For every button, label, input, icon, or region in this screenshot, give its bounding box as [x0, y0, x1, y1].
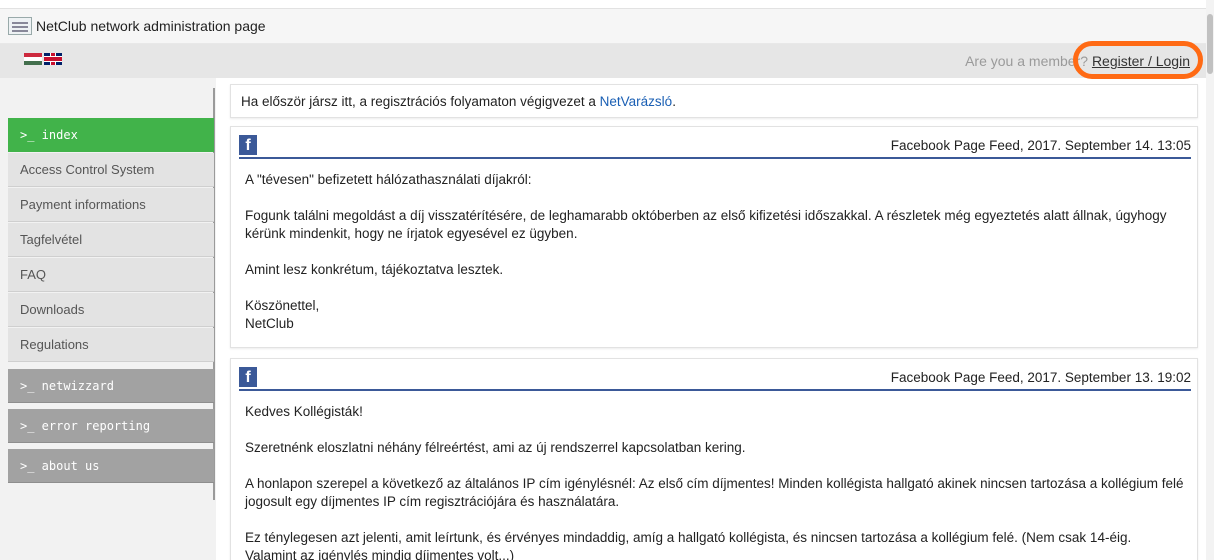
notice-text: Ha először jársz itt, a regisztrációs fo… [241, 94, 600, 109]
post-body: Kedves Kollégisták! Szeretnénk eloszlatn… [245, 403, 1185, 560]
member-question: Are you a member? [965, 53, 1089, 69]
post-paragraph: Szeretnénk eloszlatni néhány félreértést… [245, 440, 746, 455]
english-flag-icon[interactable] [44, 53, 62, 65]
facebook-post: f Facebook Page Feed, 2017. September 13… [230, 358, 1198, 560]
sidebar-item-faq[interactable]: FAQ [8, 258, 214, 292]
post-source-date: Facebook Page Feed, 2017. September 14. … [890, 138, 1191, 153]
sidebar-item-regulations[interactable]: Regulations [8, 328, 214, 362]
post-paragraph: A "tévesen" befizetett hálózathasználati… [245, 172, 532, 187]
sidebar-item-downloads[interactable]: Downloads [8, 293, 214, 327]
notice-suffix: . [672, 94, 676, 109]
login-highlight-annotation [1073, 41, 1203, 79]
facebook-post: f Facebook Page Feed, 2017. September 14… [230, 126, 1198, 348]
post-paragraph: A honlapon szerepel a következő az által… [245, 476, 1184, 509]
window-title: NetClub network administration page [36, 18, 266, 34]
post-paragraph: Amint lesz konkrétum, tájékoztatva leszt… [245, 262, 504, 277]
post-paragraph: Kedves Kollégisták! [245, 404, 363, 419]
page-scrollbar[interactable] [1206, 0, 1214, 560]
sidebar-item-access-control[interactable]: Access Control System [8, 153, 214, 187]
sidebar-item-tagfelvetel[interactable]: Tagfelvétel [8, 223, 214, 257]
post-paragraph: Fogunk találni megoldást a díj visszatér… [245, 208, 1167, 241]
browser-title-bar: NetClub network administration page [0, 8, 1206, 44]
sidebar-item-payment[interactable]: Payment informations [8, 188, 214, 222]
post-source-date: Facebook Page Feed, 2017. September 13. … [890, 370, 1191, 385]
post-body: A "tévesen" befizetett hálózathasználati… [245, 171, 1185, 351]
facebook-icon[interactable]: f [239, 135, 257, 155]
facebook-icon[interactable]: f [239, 367, 257, 387]
netclub-favicon-icon [8, 17, 32, 35]
netwizard-notice: Ha először jársz itt, a regisztrációs fo… [230, 84, 1198, 118]
netvarazslo-link[interactable]: NetVarázsló [600, 94, 673, 109]
hungarian-flag-icon[interactable] [24, 53, 42, 65]
sidebar-item-error-reporting[interactable]: >_ error reporting [8, 409, 214, 443]
sidebar-item-about-us[interactable]: >_ about us [8, 449, 214, 483]
post-header: f Facebook Page Feed, 2017. September 14… [239, 135, 1191, 159]
post-paragraph: Köszönettel, NetClub [245, 298, 320, 331]
header-bar: Are you a member? Register / Login [0, 44, 1206, 78]
post-header: f Facebook Page Feed, 2017. September 13… [239, 367, 1191, 391]
sidebar-item-index[interactable]: >_ index [8, 118, 214, 152]
post-paragraph: Ez ténylegesen azt jelenti, amit leírtun… [245, 530, 1132, 560]
scrollbar-thumb[interactable] [1207, 14, 1213, 74]
sidebar-item-netwizzard[interactable]: >_ netwizzard [8, 369, 214, 403]
